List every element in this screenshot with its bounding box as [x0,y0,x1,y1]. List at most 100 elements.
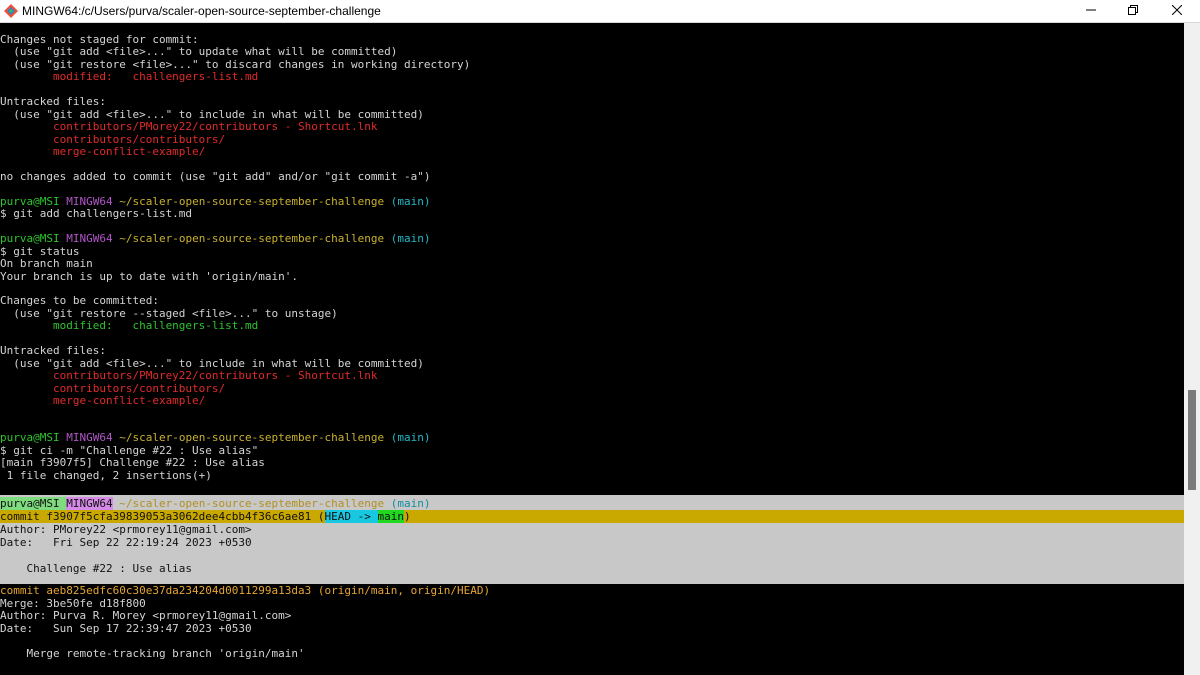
line-segment: modified: challengers-list.md [0,70,259,84]
scrollbar-thumb[interactable] [1188,390,1196,490]
line-segment: (use "git restore <file>..." to discard … [0,57,471,71]
commit-author: Author: PMorey22 <prmorey11@gmail.com> [0,523,252,536]
line-segment: merge-conflict-example/ [0,145,206,159]
minimize-icon [1086,4,1096,18]
terminal-window: MINGW64:/c/Users/purva/scaler-open-sourc… [0,0,1200,675]
terminal-line: (use "git add <file>..." to include in w… [0,108,1184,121]
terminal-line: (use "git restore <file>..." to discard … [0,58,1184,71]
terminal-line: contributors/contributors/ [0,133,1184,146]
window-title: MINGW64:/c/Users/purva/scaler-open-sourc… [22,4,381,18]
line-segment: $ git ci -m "Challenge #22 : Use alias" [0,443,259,457]
terminal-line: contributors/contributors/ [0,382,1184,395]
line-segment: MINGW64 [66,194,120,208]
terminal-line: purva@MSI MINGW64 ~/scaler-open-source-s… [0,431,1184,444]
terminal-line: Untracked files: [0,95,1184,108]
terminal-line: Your branch is up to date with 'origin/m… [0,270,1184,283]
terminal-line: Merge: 3be50fe d18f800 [0,597,1184,610]
terminal-line: modified: challengers-list.md [0,319,1184,332]
terminal-line: contributors/PMorey22/contributors - Sho… [0,120,1184,133]
line-segment: purva@MSI [0,232,67,246]
close-button[interactable] [1154,0,1200,22]
line-segment: contributors/PMorey22/contributors - Sho… [0,369,378,383]
terminal-line: (use "git add <file>..." to update what … [0,45,1184,58]
commit-message: Challenge #22 : Use alias [0,562,193,575]
title-bar[interactable]: MINGW64:/c/Users/purva/scaler-open-sourc… [0,0,1200,23]
terminal-line: Merge remote-tracking branch 'origin/mai… [0,647,1184,660]
line-segment: merge-conflict-example/ [0,394,206,408]
terminal-line: (use "git restore --staged <file>..." to… [0,307,1184,320]
line-segment: 1 file changed, 2 insertions(+) [0,468,212,482]
terminal-line: (use "git add <file>..." to include in w… [0,357,1184,370]
terminal-line: merge-conflict-example/ [0,394,1184,407]
terminal-line: Changes to be committed: [0,294,1184,307]
terminal-line: contributors/PMorey22/contributors - Sho… [0,369,1184,382]
terminal-line: $ git status [0,245,1184,258]
restore-button[interactable] [1110,0,1156,22]
commit-date: Date: Fri Sep 22 22:19:24 2023 +0530 [0,536,252,549]
terminal-line: [main f3907f5] Challenge #22 : Use alias [0,456,1184,469]
prompt-user: purva@MSI [0,497,60,510]
terminal-line: no changes added to commit (use "git add… [0,170,1184,183]
minimize-button[interactable] [1068,0,1114,22]
line-segment: (use "git add <file>..." to include in w… [0,107,424,121]
line-segment: contributors/PMorey22/contributors - Sho… [0,120,378,134]
line-segment: ~/scaler-open-source-september-challenge [119,431,391,445]
terminal-line: $ git add challengers-list.md [0,207,1184,220]
terminal-line: purva@MSI MINGW64 ~/scaler-open-source-s… [0,232,1184,245]
terminal-line: purva@MSI MINGW64 ~/scaler-open-source-s… [0,195,1184,208]
line-segment: [main f3907f5] Challenge #22 : Use alias [0,456,265,470]
line-segment: Changes not staged for commit: [0,33,199,46]
line-segment: (use "git add <file>..." to include in w… [0,356,424,370]
commit-suffix: ) [404,510,411,523]
line-segment: Your branch is up to date with 'origin/m… [0,269,299,283]
line-segment: Merge remote-tracking branch 'origin/mai… [0,647,305,660]
line-segment: Untracked files: [0,95,106,109]
prompt-path: ~/scaler-open-source-september-challenge [119,497,385,510]
line-segment: MINGW64 [66,232,120,246]
git-bash-icon [4,4,18,18]
line-segment: ~/scaler-open-source-september-challenge [119,232,391,246]
terminal-output[interactable]: Changes not staged for commit: (use "git… [0,23,1184,675]
terminal-line: On branch main [0,257,1184,270]
close-icon [1171,4,1183,18]
line-segment: Merge: 3be50fe d18f800 [0,596,146,610]
highlighted-commit-line: commit f3907f5cfa39839053a3062dee4cbb4f3… [0,510,1184,523]
line-segment: Changes to be committed: [0,294,159,308]
line-segment: $ git status [0,244,80,258]
head-tag: HEAD -> [324,510,378,523]
line-segment: (main) [390,232,431,246]
line-segment: modified: challengers-list.md [0,319,259,333]
prompt-host: MINGW64 [66,497,113,510]
terminal-line: 1 file changed, 2 insertions(+) [0,469,1184,482]
terminal-line: commit aeb825edfc60c30e37da234204d001129… [0,584,1184,597]
line-segment: (use "git add <file>..." to update what … [0,45,398,59]
line-segment: no changes added to commit (use "git add… [0,169,431,183]
line-segment: commit aeb825edfc60c30e37da234204d001129… [0,584,491,597]
line-segment: On branch main [0,257,93,271]
prompt-branch: (main) [390,497,431,510]
terminal-line: Author: Purva R. Morey <prmorey11@gmail.… [0,609,1184,622]
line-segment: (main) [390,431,431,445]
line-segment: Date: Sun Sep 17 22:39:47 2023 +0530 [0,621,252,635]
line-segment: contributors/contributors/ [0,132,226,146]
line-segment: contributors/contributors/ [0,381,226,395]
terminal-line: Date: Sun Sep 17 22:39:47 2023 +0530 [0,622,1184,635]
line-segment: MINGW64 [66,431,120,445]
commit-blank [0,549,1184,562]
commit-hash: commit f3907f5cfa39839053a3062dee4cbb4f3… [0,510,325,523]
vertical-scrollbar[interactable] [1184,23,1200,675]
restore-icon [1128,4,1138,18]
highlighted-prompt-line: purva@MSI MINGW64 ~/scaler-open-source-s… [0,497,1184,510]
line-segment: (main) [390,194,431,208]
terminal-line: modified: challengers-list.md [0,70,1184,83]
line-segment: ~/scaler-open-source-september-challenge [119,194,391,208]
